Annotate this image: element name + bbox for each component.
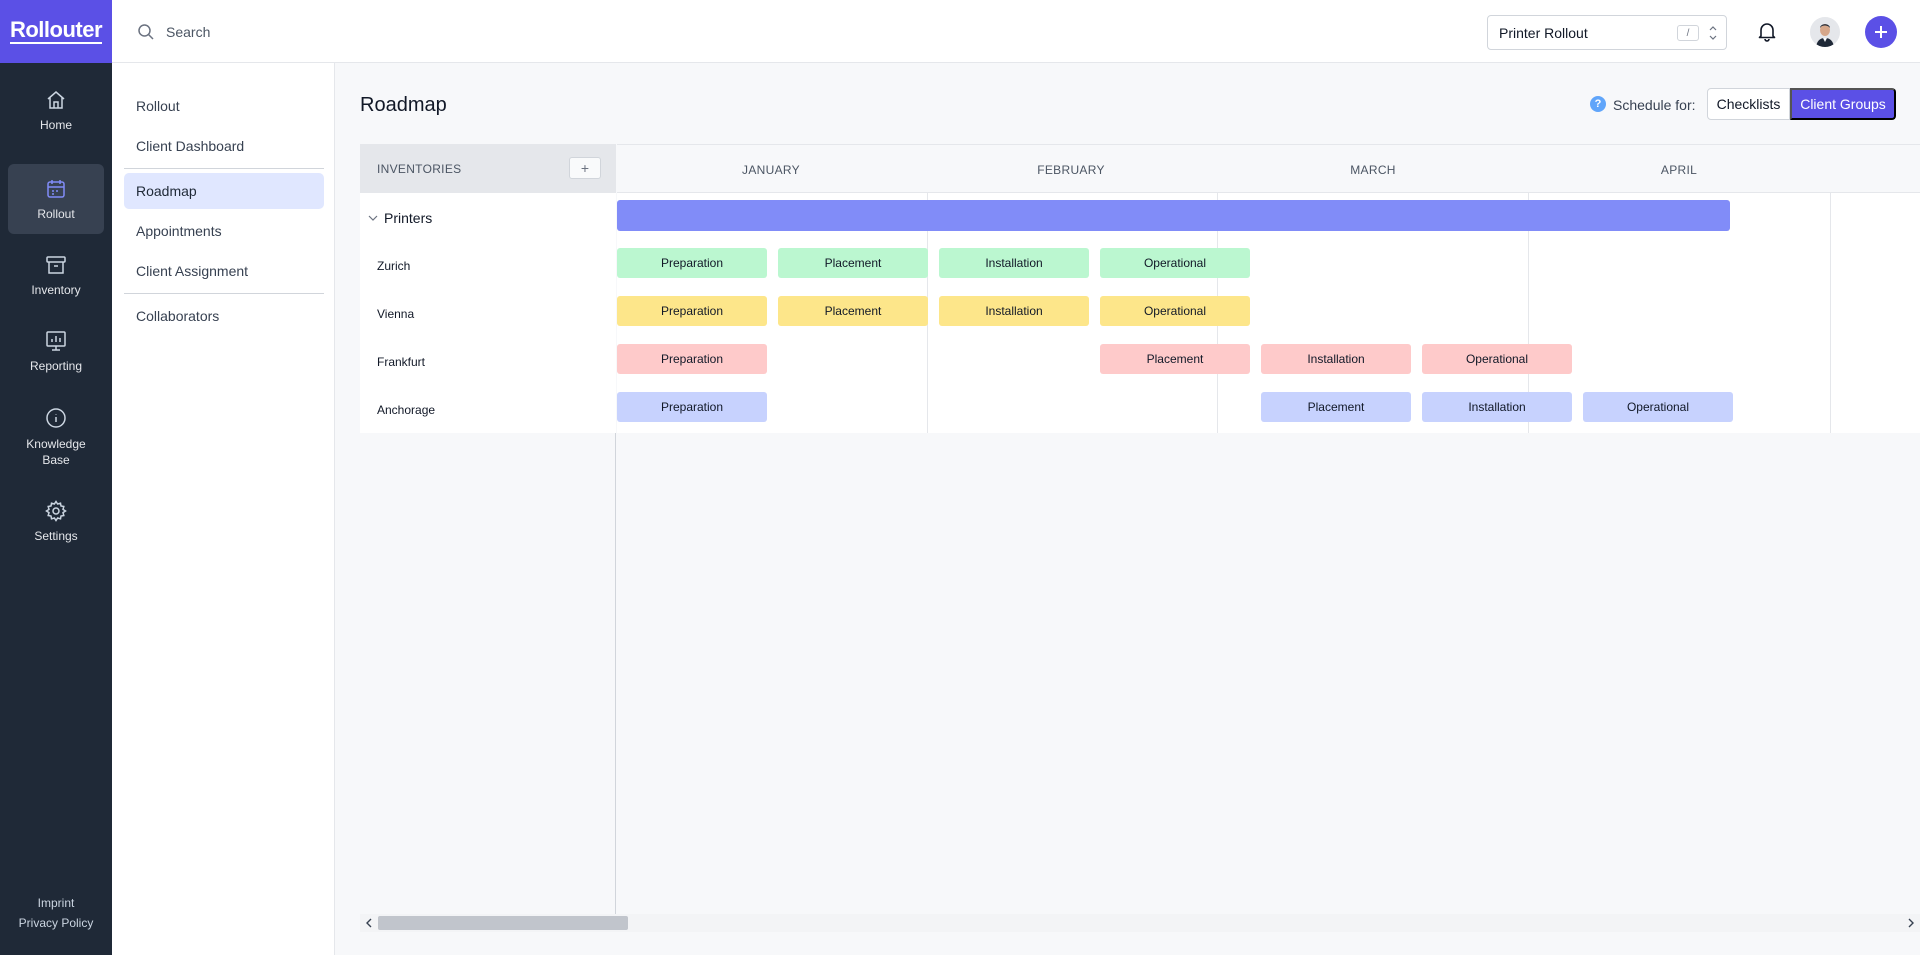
rail-item-home[interactable]: Home xyxy=(8,75,104,145)
rail-item-reporting[interactable]: Reporting xyxy=(8,316,104,386)
rail-item-label: Knowledge Base xyxy=(26,437,86,467)
scrollbar-thumb[interactable] xyxy=(378,916,628,930)
task-bar-anchorage-installation[interactable]: Installation xyxy=(1422,392,1572,422)
rail-item-settings[interactable]: Settings xyxy=(8,486,104,556)
user-avatar[interactable] xyxy=(1810,17,1840,47)
gear-icon xyxy=(45,500,67,522)
horizontal-scrollbar[interactable] xyxy=(360,914,1920,932)
subnav-item-roadmap[interactable]: Roadmap xyxy=(124,173,324,209)
top-bar: Printer Rollout / xyxy=(112,0,1920,63)
main-rail: Rollouter Home Rollout Inventory Reporti… xyxy=(0,0,112,955)
app-logo[interactable]: Rollouter xyxy=(0,0,112,63)
subnav-divider xyxy=(124,293,324,294)
privacy-policy-link[interactable]: Privacy Policy xyxy=(0,916,112,930)
task-bar-vienna-placement[interactable]: Placement xyxy=(778,296,928,326)
rail-item-label: Settings xyxy=(34,529,78,543)
project-select[interactable]: Printer Rollout / xyxy=(1487,15,1727,50)
inventories-header-label: INVENTORIES xyxy=(377,162,462,176)
page-title: Roadmap xyxy=(360,94,447,116)
rail-item-label: Reporting xyxy=(29,359,83,373)
app-logo-text: Rollouter xyxy=(9,17,103,44)
inventory-rows: Printers Zurich Vienna Frankfurt Anchora… xyxy=(360,193,616,433)
plus-icon xyxy=(1875,26,1887,38)
task-bar-vienna-installation[interactable]: Installation xyxy=(939,296,1089,326)
search-icon xyxy=(138,24,154,40)
task-bar-zurich-operational[interactable]: Operational xyxy=(1100,248,1250,278)
task-bar-vienna-operational[interactable]: Operational xyxy=(1100,296,1250,326)
printers-summary-bar[interactable] xyxy=(617,200,1730,231)
shortcut-hint: / xyxy=(1677,25,1699,41)
roadmap-gantt: INVENTORIES + Printers Zurich Vienna Fra… xyxy=(360,144,1920,932)
task-bar-frankfurt-preparation[interactable]: Preparation xyxy=(617,344,767,374)
task-bar-anchorage-placement[interactable]: Placement xyxy=(1261,392,1411,422)
help-icon[interactable]: ? xyxy=(1590,96,1606,112)
task-bar-zurich-placement[interactable]: Placement xyxy=(778,248,928,278)
task-bar-vienna-preparation[interactable]: Preparation xyxy=(617,296,767,326)
month-label: FEBRUARY xyxy=(1037,163,1105,177)
add-inventory-button[interactable]: + xyxy=(569,157,601,179)
task-bar-zurich-installation[interactable]: Installation xyxy=(939,248,1089,278)
group-label-printers[interactable]: Printers xyxy=(384,210,432,226)
subnav-item-rollout[interactable]: Rollout xyxy=(124,88,324,124)
subnav-divider xyxy=(124,168,324,169)
chevron-down-icon[interactable] xyxy=(367,212,379,224)
inventories-column: INVENTORIES + Printers Zurich Vienna Fra… xyxy=(360,144,616,914)
month-divider xyxy=(1830,193,1831,433)
rail-item-label: Inventory xyxy=(31,283,81,297)
calendar-icon xyxy=(47,180,65,198)
client-groups-toggle[interactable]: Client Groups xyxy=(1790,88,1896,120)
project-select-value: Printer Rollout xyxy=(1499,24,1588,41)
month-label: JANUARY xyxy=(742,163,800,177)
scroll-left-icon[interactable] xyxy=(364,917,374,929)
subnav-item-collaborators[interactable]: Collaborators xyxy=(124,298,324,334)
rail-item-knowledge-base[interactable]: Knowledge Base xyxy=(8,400,104,474)
rail-item-rollout[interactable]: Rollout xyxy=(8,164,104,234)
rail-item-inventory[interactable]: Inventory xyxy=(8,240,104,310)
search-input[interactable] xyxy=(166,20,566,44)
subnav-item-client-assignment[interactable]: Client Assignment xyxy=(124,253,324,289)
task-bar-frankfurt-operational[interactable]: Operational xyxy=(1422,344,1572,374)
imprint-link[interactable]: Imprint xyxy=(0,896,112,910)
subnav-item-appointments[interactable]: Appointments xyxy=(124,213,324,249)
month-label: MARCH xyxy=(1350,163,1396,177)
row-label-anchorage: Anchorage xyxy=(377,403,436,417)
task-bar-frankfurt-installation[interactable]: Installation xyxy=(1261,344,1411,374)
add-button[interactable] xyxy=(1865,16,1897,48)
bell-icon[interactable] xyxy=(1756,20,1778,42)
rail-item-label: Home xyxy=(39,118,72,132)
checklists-toggle[interactable]: Checklists xyxy=(1707,88,1790,120)
row-label-zurich: Zurich xyxy=(377,259,411,273)
section-nav: Rollout Client Dashboard Roadmap Appoint… xyxy=(112,63,335,955)
archive-icon xyxy=(46,256,66,274)
months-header: JANUARY FEBRUARY MARCH APRIL xyxy=(617,144,1920,193)
info-icon xyxy=(46,408,66,428)
row-label-vienna: Vienna xyxy=(377,307,415,321)
task-bar-anchorage-operational[interactable]: Operational xyxy=(1583,392,1733,422)
task-bar-anchorage-preparation[interactable]: Preparation xyxy=(617,392,767,422)
rail-item-label: Rollout xyxy=(37,207,75,221)
row-label-frankfurt: Frankfurt xyxy=(377,355,426,369)
updown-chevron-icon xyxy=(1709,26,1717,40)
timeline-grid: Preparation Placement Installation Operatio… xyxy=(617,193,1920,433)
home-icon xyxy=(47,91,65,109)
chart-icon xyxy=(46,331,66,351)
task-bar-frankfurt-placement[interactable]: Placement xyxy=(1100,344,1250,374)
schedule-label: Schedule for: xyxy=(1613,97,1696,113)
task-bar-zurich-preparation[interactable]: Preparation xyxy=(617,248,767,278)
inventories-header: INVENTORIES + xyxy=(360,144,616,193)
subnav-item-client-dashboard[interactable]: Client Dashboard xyxy=(124,128,324,164)
month-label: APRIL xyxy=(1660,163,1698,177)
scroll-right-icon[interactable] xyxy=(1906,917,1916,929)
avatar-image xyxy=(1810,17,1840,47)
